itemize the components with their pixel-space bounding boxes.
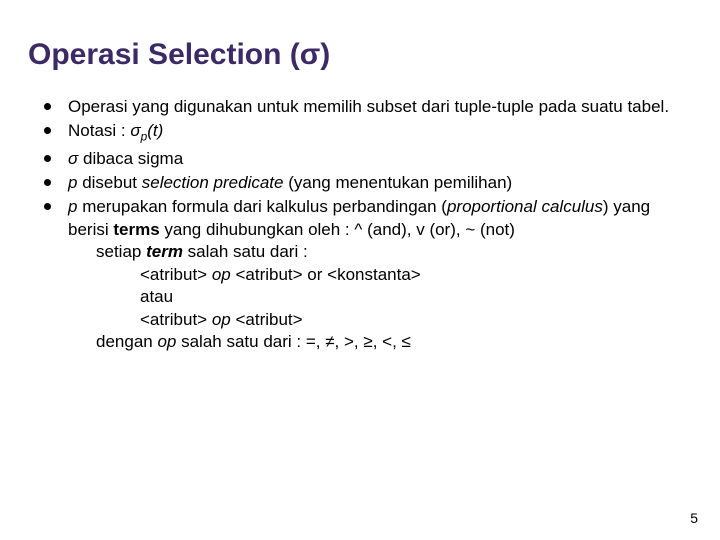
sub-text: salah satu dari : =, ≠, >, ≥, <, ≤ (176, 332, 410, 351)
op-italic: op (157, 332, 176, 351)
sub-line: <atribut> op <atribut> (68, 309, 692, 331)
sigma-arg: (t) (147, 121, 163, 140)
bullet-item: Operasi yang digunakan untuk memilih sub… (40, 96, 692, 118)
bullet-text: dibaca sigma (78, 149, 183, 168)
bullet-text: Notasi : (68, 121, 130, 140)
slide-content: Operasi yang digunakan untuk memilih sub… (28, 96, 692, 353)
bullet-item: p disebut selection predicate (yang mene… (40, 172, 692, 194)
bullet-text: yang dihubungkan oleh : ^ (and), v (or),… (160, 220, 515, 239)
bullet-list: Operasi yang digunakan untuk memilih sub… (40, 96, 692, 353)
sub-text: <atribut> or <konstanta> (231, 265, 421, 284)
bullet-text-italic: selection predicate (142, 173, 284, 192)
bullet-text: Operasi yang digunakan untuk memilih sub… (68, 97, 669, 116)
sigma-notation: σp(t) (130, 121, 163, 140)
sigma-symbol: σ (130, 121, 140, 140)
slide: Operasi Selection (σ) Operasi yang digun… (0, 0, 720, 540)
sub-text: dengan (96, 332, 157, 351)
sub-text: setiap (96, 242, 146, 261)
page-number: 5 (690, 510, 698, 526)
sub-line: atau (68, 286, 692, 308)
sub-text: atau (140, 287, 173, 306)
bullet-item: Notasi : σp(t) (40, 120, 692, 145)
sub-text: salah satu dari : (183, 242, 308, 261)
sub-text: <atribut> (140, 265, 212, 284)
sub-line: dengan op salah satu dari : =, ≠, >, ≥, … (68, 331, 692, 353)
sub-text-bold-italic: term (146, 242, 183, 261)
sub-line: setiap term salah satu dari : (68, 241, 692, 263)
sub-text: <atribut> (140, 310, 212, 329)
sub-line: <atribut> op <atribut> or <konstanta> (68, 264, 692, 286)
bullet-text-italic: proportional calculus (447, 197, 603, 216)
bullet-item: σ dibaca sigma (40, 148, 692, 170)
sub-text: <atribut> (231, 310, 303, 329)
sigma-symbol: σ (68, 149, 78, 168)
op-italic: op (212, 265, 231, 284)
bullet-text: merupakan formula dari kalkulus perbandi… (77, 197, 446, 216)
bullet-text: (yang menentukan pemilihan) (284, 173, 513, 192)
bullet-item: p merupakan formula dari kalkulus perban… (40, 196, 692, 353)
op-italic: op (212, 310, 231, 329)
slide-title: Operasi Selection (σ) (28, 38, 692, 72)
bullet-text: disebut (77, 173, 141, 192)
bullet-text-bold: terms (113, 220, 159, 239)
